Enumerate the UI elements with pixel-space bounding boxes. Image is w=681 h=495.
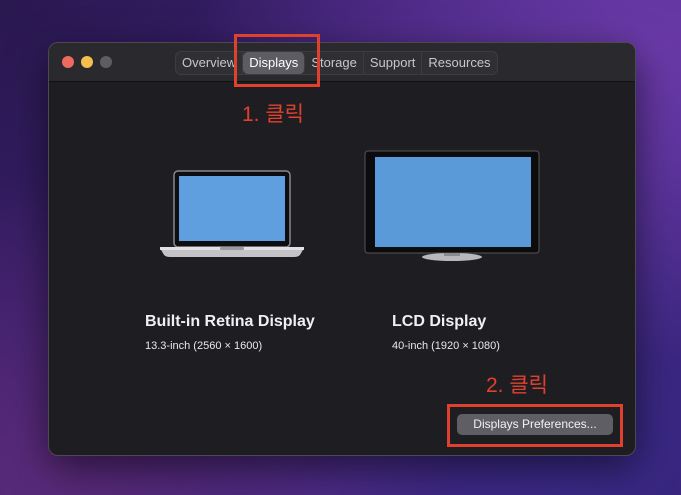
tab-bar: Overview Displays Storage Support Resour… bbox=[175, 51, 498, 75]
tab-storage[interactable]: Storage bbox=[305, 52, 364, 74]
close-button[interactable] bbox=[62, 56, 74, 68]
monitor-icon bbox=[364, 150, 540, 261]
minimize-button[interactable] bbox=[81, 56, 93, 68]
tab-resources[interactable]: Resources bbox=[422, 52, 496, 74]
annotation-step2: 2. 클릭 bbox=[486, 374, 548, 397]
annotation-step1: 1. 클릭 bbox=[242, 103, 304, 126]
titlebar: Overview Displays Storage Support Resour… bbox=[49, 43, 635, 82]
tab-overview[interactable]: Overview bbox=[176, 52, 244, 74]
displays-preferences-button[interactable]: Displays Preferences... bbox=[457, 414, 613, 435]
display-spec-builtin: 13.3-inch (2560 × 1600) bbox=[145, 340, 263, 352]
display-spec-lcd: 40-inch (1920 × 1080) bbox=[392, 340, 500, 352]
laptop-icon bbox=[160, 170, 304, 257]
tab-support[interactable]: Support bbox=[364, 52, 423, 74]
tab-displays[interactable]: Displays bbox=[243, 52, 306, 74]
display-name-lcd: LCD Display bbox=[392, 313, 487, 330]
zoom-button[interactable] bbox=[100, 56, 112, 68]
display-name-builtin: Built-in Retina Display bbox=[145, 313, 315, 330]
